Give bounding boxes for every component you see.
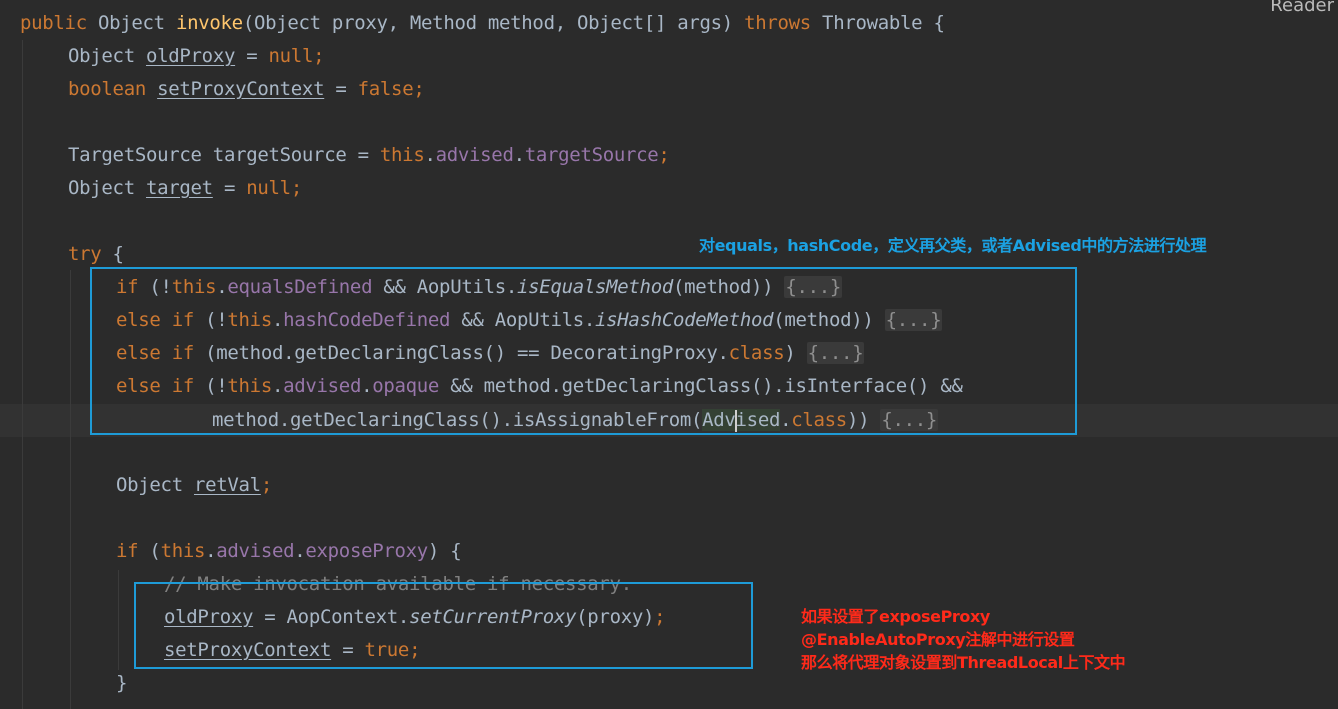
type: Object (116, 474, 194, 496)
dot: . (513, 144, 525, 166)
code-line-15[interactable]: Object retVal; (116, 469, 272, 502)
indent-guide (22, 40, 23, 709)
semicolon: ; (313, 45, 325, 67)
field-targetSource: targetSource (524, 144, 659, 166)
keyword-null: null (268, 45, 314, 67)
semicolon: ; (413, 78, 425, 100)
indent-guide (70, 270, 71, 709)
dot: . (294, 540, 306, 562)
brace: { (101, 243, 124, 265)
annotation-line: 那么将代理对象设置到ThreadLocal上下文中 (801, 653, 1126, 672)
keyword-this: this (379, 144, 425, 166)
field-advised: advised (216, 540, 295, 562)
highlight-box-expose-proxy (134, 582, 753, 669)
keyword-public: public (20, 12, 87, 34)
paren: ( (138, 540, 161, 562)
type: Object (68, 45, 146, 67)
var-target: target (145, 177, 213, 199)
assign: = (235, 45, 269, 67)
semicolon: ; (260, 474, 272, 496)
field-exposeProxy: exposeProxy (305, 540, 428, 562)
method-invoke: invoke (175, 12, 243, 34)
dot: . (205, 540, 217, 562)
field-advised: advised (435, 144, 514, 166)
code-line-21[interactable]: } (116, 667, 127, 700)
annotation-expose-proxy: 如果设置了exposeProxy @EnableAutoProxy注解中进行设置… (801, 605, 1126, 674)
keyword-try: try (68, 243, 102, 265)
code-line-6[interactable]: Object target = null; (68, 172, 302, 205)
type-throwable: Throwable { (810, 12, 945, 34)
semicolon: ; (658, 144, 670, 166)
keyword-throws: throws (744, 12, 811, 34)
paren: ) { (427, 540, 462, 562)
keyword-if: if (116, 540, 139, 562)
brace: } (116, 672, 128, 694)
code-line-1[interactable]: public Object invoke(Object proxy, Metho… (20, 7, 945, 40)
type-object: Object (86, 12, 176, 34)
params: (Object proxy, Method method, Object[] a… (242, 12, 745, 34)
var-oldProxy: oldProxy (145, 45, 236, 67)
type: Object (68, 177, 146, 199)
dot: . (424, 144, 436, 166)
annotation-line: @EnableAutoProxy注解中进行设置 (801, 630, 1075, 649)
code-line-2[interactable]: Object oldProxy = null; (68, 40, 325, 73)
semicolon: ; (290, 177, 302, 199)
reader-mode-button[interactable]: Reader (1266, 0, 1338, 16)
keyword-null: null (246, 177, 291, 199)
keyword-false: false (357, 78, 414, 100)
code-line-17[interactable]: if (this.advised.exposeProxy) { (116, 535, 462, 568)
decl: TargetSource targetSource = (68, 144, 380, 166)
var-setProxyContext: setProxyContext (157, 78, 325, 100)
annotation-equals-hashcode: 对equals，hashCode，定义再父类，或者Advised中的方法进行处理 (699, 236, 1207, 255)
keyword-this: this (160, 540, 206, 562)
indent-guide (118, 570, 119, 670)
highlight-box-equals-hashcode (90, 267, 1077, 435)
code-editor[interactable]: Reader public Object invoke(Object proxy… (0, 0, 1338, 709)
var-retVal: retVal (193, 474, 261, 496)
assign: = (212, 177, 247, 199)
annotation-line: 如果设置了exposeProxy (801, 607, 990, 626)
assign: = (324, 78, 358, 100)
code-line-3[interactable]: boolean setProxyContext = false; (68, 73, 425, 106)
code-line-5[interactable]: TargetSource targetSource = this.advised… (68, 139, 670, 172)
keyword-boolean: boolean (68, 78, 146, 100)
